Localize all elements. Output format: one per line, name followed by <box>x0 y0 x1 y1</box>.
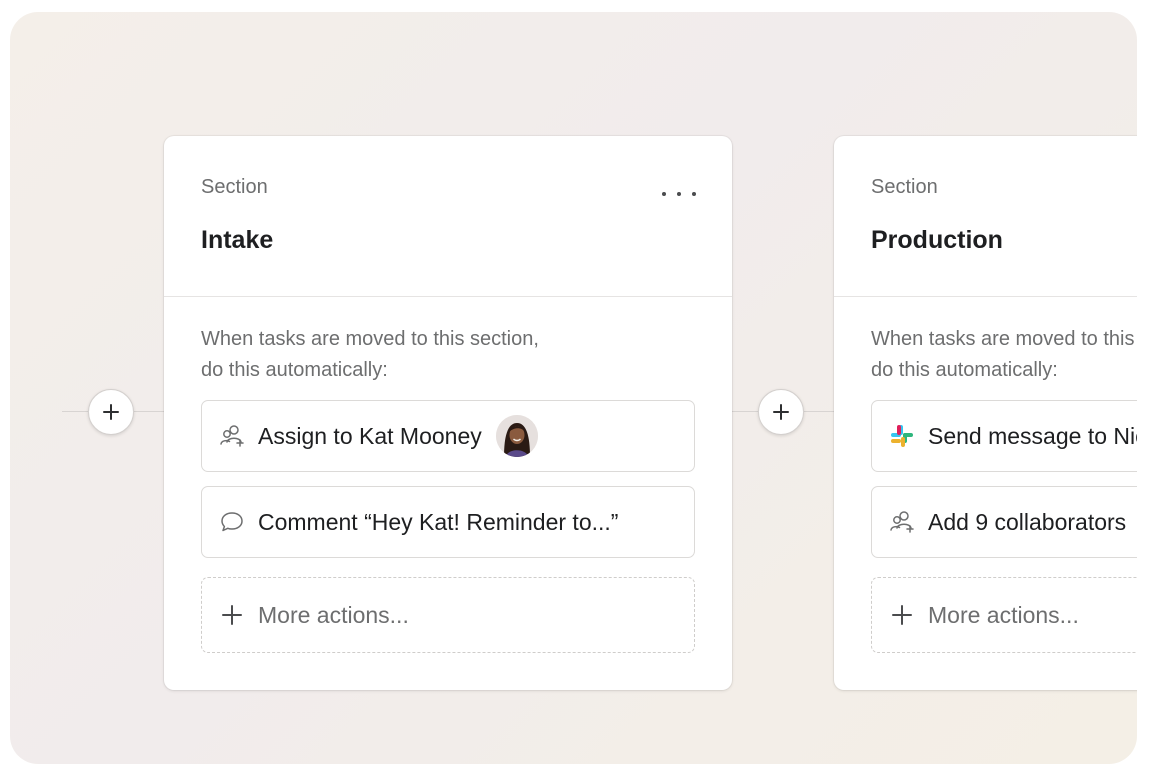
rule-description-line: When tasks are moved to this section, <box>201 328 539 350</box>
more-actions-label: More actions... <box>258 601 409 628</box>
plus-icon <box>773 404 789 420</box>
action-send-message[interactable]: Send message to Nick <box>871 400 1137 472</box>
plus-icon <box>103 404 119 420</box>
comment-icon <box>219 509 245 535</box>
plus-icon <box>889 602 915 628</box>
section-card-header: Section Intake <box>164 136 732 297</box>
add-collaborator-icon <box>219 423 245 449</box>
more-dots-icon <box>662 192 666 196</box>
rule-description-line: do this automatically: <box>201 359 388 381</box>
more-actions-button[interactable]: More actions... <box>201 577 695 653</box>
section-label: Section <box>201 176 268 198</box>
action-text: Assign to Kat Mooney <box>258 422 482 449</box>
action-comment[interactable]: Comment “Hey Kat! Reminder to...” <box>201 486 695 558</box>
rule-description-line: When tasks are moved to this section, <box>871 328 1137 350</box>
rule-description-line: do this automatically: <box>871 359 1058 381</box>
slack-icon <box>889 423 915 449</box>
add-section-button[interactable] <box>758 389 804 435</box>
section-title: Intake <box>201 226 274 254</box>
action-text: Comment “Hey Kat! Reminder to...” <box>258 508 619 535</box>
more-options-button[interactable] <box>662 184 696 204</box>
kat-mooney-avatar <box>495 415 538 457</box>
rule-description: When tasks are moved to this section, do… <box>871 324 1137 386</box>
action-add-collaborators[interactable]: Add 9 collaborators <box>871 486 1137 558</box>
plus-icon <box>219 602 245 628</box>
section-card-header: Section Production <box>834 136 1137 297</box>
more-dots-icon <box>677 192 681 196</box>
workflow-canvas: Section Intake When tasks are moved to t… <box>10 12 1137 764</box>
section-title: Production <box>871 226 1003 254</box>
action-assign[interactable]: Assign to Kat Mooney <box>201 400 695 472</box>
more-dots-icon <box>692 192 696 196</box>
action-text: Add 9 collaborators <box>928 508 1127 535</box>
rule-description: When tasks are moved to this section, do… <box>201 324 539 386</box>
more-actions-label: More actions... <box>928 601 1079 628</box>
section-card-production: Section Production When tasks are moved … <box>834 136 1137 690</box>
section-label: Section <box>871 176 938 198</box>
add-collaborator-icon <box>889 509 915 535</box>
action-text: Send message to Nick <box>928 422 1137 449</box>
more-actions-button[interactable]: More actions... <box>871 577 1137 653</box>
add-section-button[interactable] <box>88 389 134 435</box>
section-card-intake: Section Intake When tasks are moved to t… <box>164 136 732 690</box>
